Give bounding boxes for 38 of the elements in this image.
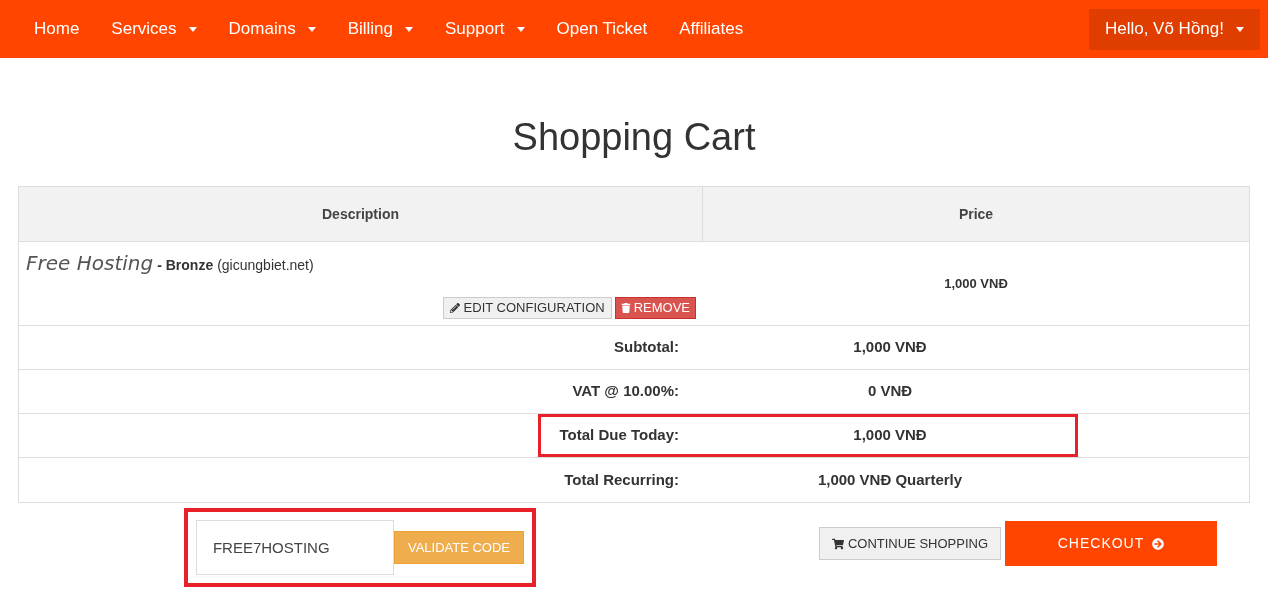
page-title: Shopping Cart [511, 115, 757, 160]
total-value: 0 VNĐ [867, 381, 913, 402]
nav-link[interactable]: Open Ticket [540, 16, 664, 42]
promo-code-field[interactable]: FREE7HOSTING [195, 520, 394, 575]
total-label: Subtotal: [614, 337, 680, 358]
item-price: 1,000 VNĐ [944, 274, 1008, 293]
cart-icon [831, 537, 844, 550]
product-name: Free Hosting [26, 250, 154, 277]
pencil-icon [449, 303, 460, 313]
caret-icon [307, 26, 316, 32]
trash-icon [620, 303, 631, 313]
caret-icon [405, 26, 413, 32]
column-header: Price [957, 204, 995, 224]
remove-button[interactable]: REMOVE [614, 297, 696, 319]
checkout-button[interactable]: CHECKOUT [1005, 521, 1217, 566]
total-label: VAT @ 10.00%: [572, 381, 680, 402]
continue-shopping-button[interactable]: CONTINUE SHOPPING [818, 527, 1001, 560]
nav-link[interactable]: Billing [331, 16, 429, 42]
total-value: 1,000 VNĐ [853, 337, 927, 358]
nav-link[interactable]: Support [429, 16, 541, 42]
caret-icon [1236, 26, 1244, 32]
caret-icon [516, 26, 525, 32]
total-label: Total Due Today: [559, 425, 680, 446]
nav-link[interactable]: Home [18, 16, 96, 42]
total-value: 1,000 VNĐ [853, 425, 927, 446]
column-header: Description [19, 187, 703, 241]
user-menu[interactable]: Hello, Võ Hồng! [1088, 8, 1260, 50]
arrow-right-icon [1152, 537, 1165, 550]
caret-icon [188, 26, 197, 32]
total-label: Total Recurring: [564, 469, 680, 490]
total-value: 1,000 VNĐ Quarterly [817, 469, 963, 490]
nav-link[interactable]: Services [95, 16, 213, 42]
domain-name: (gicungbiet.net) [217, 256, 314, 275]
nav-link[interactable]: Domains [212, 16, 332, 42]
validate-code-button[interactable]: VALIDATE CODE [393, 531, 525, 564]
edit-configuration-button[interactable]: EDIT CONFIGURATION [442, 297, 612, 319]
nav-link[interactable]: Affiliates [663, 16, 760, 42]
plan-name: - Bronze [157, 256, 214, 275]
